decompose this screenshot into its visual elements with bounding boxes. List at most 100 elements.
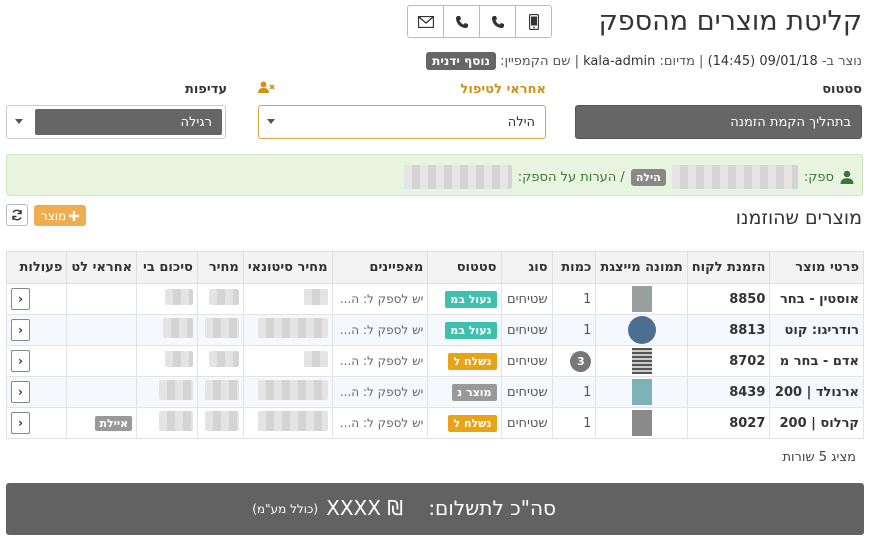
- col-actions[interactable]: פעולות: [5, 251, 68, 284]
- status-badge[interactable]: נשלח ל: [448, 352, 497, 370]
- rug-thumbnail[interactable]: [631, 348, 652, 374]
- col-features[interactable]: מאפיינים: [331, 251, 429, 284]
- remove-handler-icon[interactable]: [258, 81, 275, 98]
- customer-order[interactable]: 8813: [686, 314, 771, 346]
- wholesale-price-cell: [242, 407, 333, 439]
- status-cell: נעול במ: [427, 283, 502, 315]
- total-label: סה"כ לתשלום:: [428, 496, 556, 520]
- handler-badge[interactable]: איילת: [95, 415, 133, 431]
- customer-order[interactable]: 8850: [686, 283, 771, 315]
- add-product-button[interactable]: מוצר: [34, 205, 86, 226]
- handler-select-value: הילה: [507, 115, 535, 130]
- col-type[interactable]: סוג: [500, 251, 553, 284]
- customer-order[interactable]: 8702: [686, 345, 771, 377]
- product-image-cell: [595, 314, 688, 346]
- refresh-button[interactable]: [6, 204, 28, 226]
- product-name[interactable]: קרלוס | 200: [769, 407, 864, 439]
- supplier-bar: ספק: הילה / הערות על הספק:: [6, 154, 863, 196]
- customer-order[interactable]: 8027: [686, 407, 771, 439]
- rug-thumbnail[interactable]: [631, 286, 652, 312]
- row-actions-button[interactable]: ‹: [11, 350, 30, 372]
- wholesale-price-redacted: [303, 351, 328, 367]
- status-cell: מוצר נ: [427, 376, 502, 408]
- supplier-tag: הילה: [630, 168, 666, 186]
- quantity: 1: [551, 314, 597, 346]
- col-status[interactable]: סטטוס: [427, 251, 502, 284]
- priority-select-value: רגילה: [180, 115, 212, 130]
- price-redacted: [204, 411, 239, 431]
- medium-prefix: | מדיום:: [659, 54, 704, 69]
- priority-select-inner: רגילה: [35, 109, 222, 135]
- features: יש לספק ל: ה...: [331, 314, 429, 346]
- phone-button-2[interactable]: [479, 5, 516, 38]
- handler-cell: [66, 283, 138, 315]
- handler-label: אחראי לטיפול: [460, 82, 546, 97]
- row-actions-button[interactable]: ‹: [11, 412, 30, 434]
- priority-select[interactable]: רגילה: [6, 105, 226, 139]
- quantity-cell: 3: [551, 345, 597, 377]
- rows-count: מציג 5 שורות: [782, 450, 856, 465]
- mobile-icon: [528, 13, 539, 30]
- supplier-notes-redacted: [403, 165, 512, 189]
- summary-cell: [136, 314, 198, 346]
- created-date: 09/01/18 (14:45): [707, 54, 818, 69]
- row-actions-button[interactable]: ‹: [11, 288, 30, 310]
- col-image[interactable]: תמונה מייצגת: [595, 251, 688, 284]
- status-badge[interactable]: נעול במ: [445, 321, 497, 339]
- table-row[interactable]: אוסטין - בחר 8850 1 שטיחים נעול במ יש לס…: [5, 283, 864, 315]
- summary-cell: [136, 376, 198, 408]
- wholesale-price-cell: [242, 345, 333, 377]
- col-product-details[interactable]: פרטי מוצר: [769, 251, 864, 284]
- summary-redacted: [158, 380, 193, 400]
- refresh-icon: [12, 209, 22, 221]
- product-name[interactable]: ארנולד | 200: [769, 376, 864, 408]
- handler-select[interactable]: הילה: [258, 105, 546, 139]
- phone-button[interactable]: [443, 5, 480, 38]
- row-actions-button[interactable]: ‹: [11, 319, 30, 341]
- product-name[interactable]: אוסטין - בחר: [769, 283, 864, 315]
- mobile-button[interactable]: [515, 5, 552, 38]
- email-button[interactable]: [407, 5, 444, 38]
- phone-icon: [455, 15, 468, 28]
- contact-button-group: [407, 5, 552, 38]
- product-name[interactable]: רודריגו: קוט: [769, 314, 864, 346]
- rug-thumbnail[interactable]: [631, 410, 652, 436]
- product-image-cell: [595, 283, 688, 315]
- priority-label: עדיפות: [184, 82, 227, 97]
- price-redacted: [204, 318, 239, 338]
- row-actions-button[interactable]: ‹: [11, 381, 30, 403]
- campaign-prefix: | שם הקמפיין:: [500, 54, 579, 69]
- rug-thumbnail[interactable]: [631, 379, 652, 405]
- table-row[interactable]: קרלוס | 200 8027 1 שטיחים נשלח ל יש לספק…: [5, 407, 864, 439]
- status-badge[interactable]: נשלח ל: [448, 414, 497, 432]
- col-summary[interactable]: סיכום בי: [136, 251, 198, 284]
- features: יש לספק ל: ה...: [331, 376, 429, 408]
- wholesale-price-cell: [242, 283, 333, 315]
- rug-thumbnail[interactable]: [627, 316, 656, 344]
- medium-value: kala-admin: [583, 54, 656, 69]
- table-header-row: פרטי מוצר הזמנת לקוח תמונה מייצגת כמות ס…: [5, 251, 864, 284]
- table-row[interactable]: אדם - בחר מ 8702 3 שטיחים נשלח ל יש לספק…: [5, 345, 864, 377]
- col-customer-order[interactable]: הזמנת לקוח: [686, 251, 771, 284]
- customer-order[interactable]: 8439: [686, 376, 771, 408]
- handler-cell: [66, 314, 138, 346]
- col-price[interactable]: מחיר: [196, 251, 244, 284]
- price-redacted: [208, 351, 239, 367]
- wholesale-price-cell: [242, 376, 333, 408]
- status-cell: נשלח ל: [427, 407, 502, 439]
- features: יש לספק ל: ה...: [331, 345, 429, 377]
- features: יש לספק ל: ה...: [331, 283, 429, 315]
- table-row[interactable]: רודריגו: קוט 8813 1 שטיחים נעול במ יש לס…: [5, 314, 864, 346]
- status-badge[interactable]: מוצר נ: [452, 383, 497, 401]
- product-name[interactable]: אדם - בחר מ: [769, 345, 864, 377]
- table-row[interactable]: ארנולד | 200 8439 1 שטיחים מוצר נ יש לספ…: [5, 376, 864, 408]
- status-cell: נעול במ: [427, 314, 502, 346]
- price-redacted: [208, 289, 239, 305]
- col-wholesale-price[interactable]: מחיר סיטונאי: [242, 251, 333, 284]
- summary-cell: [136, 407, 198, 439]
- page-header: קליטת מוצרים מהספק: [8, 4, 862, 44]
- status-select[interactable]: בתהליך הקמת הזמנה: [575, 105, 862, 139]
- status-badge[interactable]: נעול במ: [445, 290, 497, 308]
- col-handler[interactable]: אחראי לט: [66, 251, 138, 284]
- col-quantity[interactable]: כמות: [551, 251, 597, 284]
